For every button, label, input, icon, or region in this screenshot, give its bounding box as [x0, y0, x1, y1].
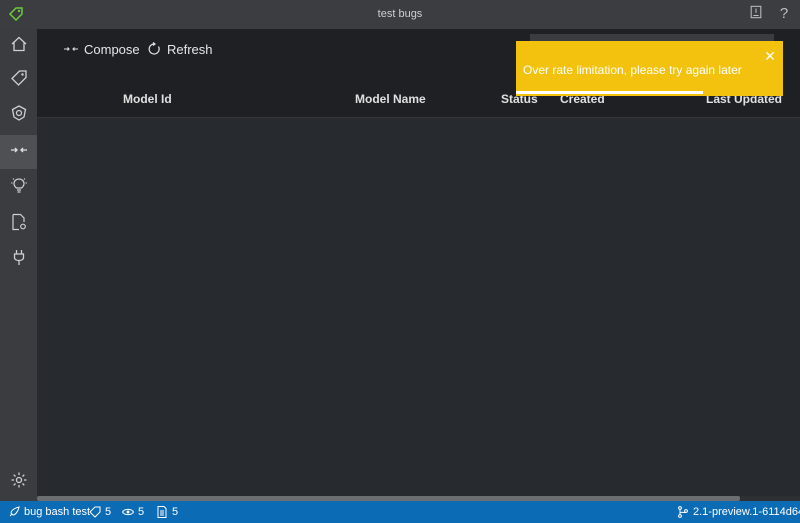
doc-gear-icon [10, 213, 28, 236]
status-docs[interactable]: 5 [156, 506, 178, 518]
plug-icon [10, 248, 28, 271]
refresh-button[interactable]: Refresh [147, 39, 213, 59]
sidebar-item-settings[interactable] [0, 465, 37, 499]
sidebar-item-settings-doc[interactable] [0, 207, 37, 241]
visited-count: 5 [138, 506, 145, 518]
status-tags[interactable]: 5 [89, 506, 111, 518]
project-name: bug bash test [24, 506, 91, 518]
status-visited[interactable]: 5 [122, 506, 144, 518]
status-project[interactable]: bug bash test [8, 506, 90, 518]
eye-icon [122, 508, 134, 516]
title-bar: test bugs ? [0, 0, 800, 29]
source-branch-icon [678, 506, 688, 518]
toast-progress [516, 91, 703, 94]
version-label: 2.1-preview.1-6114d64 [693, 506, 800, 518]
status-version[interactable]: 2.1-preview.1-6114d64 [677, 506, 800, 518]
lightbulb-icon [10, 176, 28, 199]
sidebar-item-connections[interactable] [0, 242, 37, 276]
window-title: test bugs [377, 8, 423, 20]
compose-arrows-icon [10, 141, 28, 164]
column-header-model-id[interactable]: Model Id [123, 92, 172, 106]
error-toast: Over rate limitation, please try again l… [516, 41, 783, 96]
help-question-icon[interactable]: ? [775, 5, 793, 23]
column-header-model-name[interactable]: Model Name [355, 92, 426, 106]
home-icon [10, 35, 28, 58]
toast-message: Over rate limitation, please try again l… [523, 63, 742, 77]
sidebar-item-home[interactable] [0, 29, 37, 63]
main-content: Compose Refresh Model Id Model Name Stat… [37, 29, 800, 501]
activity-sidebar [0, 29, 37, 501]
train-shield-icon [10, 104, 28, 127]
gear-icon [10, 471, 28, 494]
refresh-label: Refresh [167, 41, 213, 57]
sidebar-item-tags[interactable] [0, 63, 37, 97]
tag-icon [10, 69, 28, 92]
tag-icon [89, 506, 101, 518]
status-bar: bug bash test 5 5 5 2.1-preview.1-6114d6… [0, 501, 800, 523]
sidebar-item-train[interactable] [0, 98, 37, 132]
compose-arrows-icon [64, 44, 78, 54]
tags-count: 5 [105, 506, 112, 518]
docs-count: 5 [172, 506, 179, 518]
compose-label: Compose [84, 41, 140, 57]
sidebar-item-insights[interactable] [0, 170, 37, 204]
compose-button[interactable]: Compose [64, 39, 140, 59]
refresh-icon [147, 42, 161, 56]
close-icon[interactable]: ✕ [763, 49, 777, 63]
document-icon [157, 506, 167, 518]
book-icon[interactable] [747, 5, 765, 23]
rocket-icon [9, 506, 20, 517]
sidebar-item-compose[interactable] [0, 135, 37, 169]
